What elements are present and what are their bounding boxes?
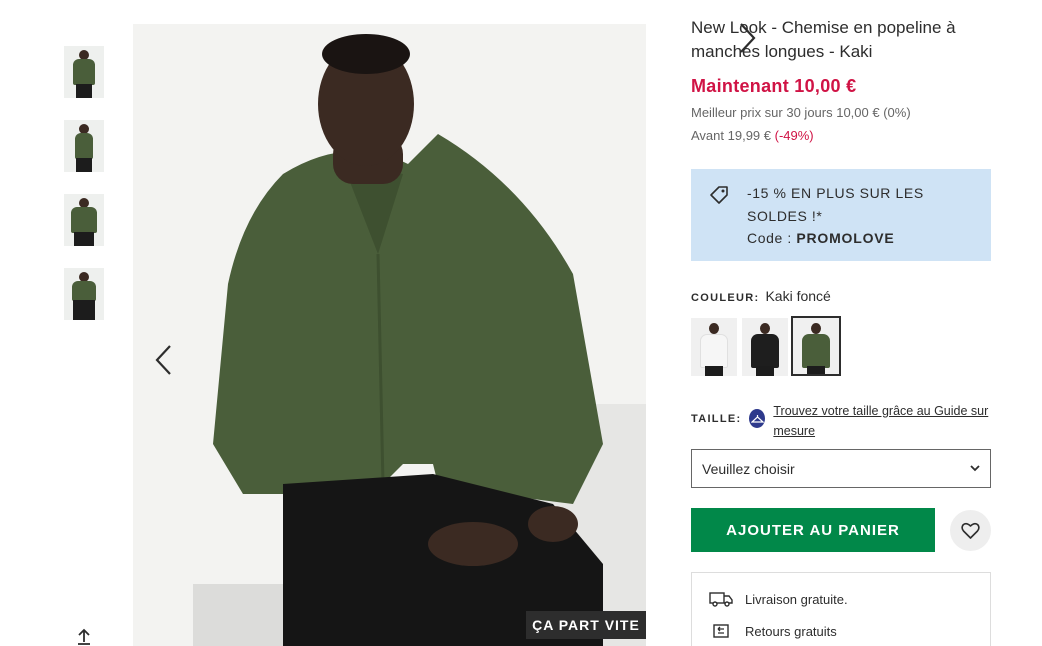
return-icon bbox=[708, 623, 734, 639]
color-swatch-khaki[interactable] bbox=[791, 316, 841, 376]
promo-banner: -15 % EN PLUS SUR LES SOLDES !* Code : P… bbox=[691, 169, 991, 261]
color-label: COULEUR: bbox=[691, 292, 760, 304]
heart-icon bbox=[961, 522, 980, 539]
best-price-30-days: Meilleur prix sur 30 jours 10,00 € (0%) bbox=[691, 105, 911, 120]
previous-image-button[interactable] bbox=[143, 338, 183, 382]
color-swatches bbox=[691, 316, 841, 376]
promo-code-line: Code : PROMOLOVE bbox=[747, 227, 975, 250]
free-returns-text: Retours gratuits bbox=[745, 623, 837, 639]
previous-price-value: Avant 19,99 € bbox=[691, 128, 771, 143]
color-swatch-white[interactable] bbox=[691, 318, 737, 376]
promo-code: PROMOLOVE bbox=[796, 230, 895, 246]
main-product-image bbox=[133, 24, 646, 646]
previous-price: Avant 19,99 € (-49%) bbox=[691, 128, 991, 143]
free-delivery-text: Livraison gratuite. bbox=[745, 591, 848, 607]
chevron-left-icon bbox=[155, 345, 171, 375]
free-returns-row: Retours gratuits bbox=[708, 623, 837, 639]
size-label: TAILLE: bbox=[691, 413, 742, 425]
tag-icon bbox=[708, 184, 730, 213]
promo-code-label: Code : bbox=[747, 230, 797, 246]
thumbnail-1[interactable] bbox=[64, 46, 104, 98]
save-for-later-button[interactable] bbox=[950, 510, 991, 551]
color-swatch-black[interactable] bbox=[742, 318, 788, 376]
thumbnail-list bbox=[64, 46, 104, 342]
size-select[interactable]: Veuillez choisir bbox=[691, 449, 991, 488]
truck-icon bbox=[708, 591, 734, 607]
thumbnail-3[interactable] bbox=[64, 194, 104, 246]
color-value: Kaki foncé bbox=[765, 288, 831, 304]
share-icon[interactable] bbox=[74, 628, 94, 646]
add-to-cart-button[interactable]: AJOUTER AU PANIER bbox=[691, 508, 935, 552]
size-guide-link[interactable]: Trouvez votre taille grâce au Guide sur … bbox=[773, 401, 991, 441]
delivery-info: Livraison gratuite. Retours gratuits bbox=[691, 572, 991, 646]
size-row: TAILLE: Trouvez votre taille grâce au Gu… bbox=[691, 401, 991, 441]
current-price: Maintenant 10,00 € bbox=[691, 76, 857, 96]
promo-text: -15 % EN PLUS SUR LES SOLDES !* bbox=[747, 185, 924, 224]
product-title: New Look - Chemise en popeline à manches… bbox=[691, 18, 956, 61]
free-delivery-row: Livraison gratuite. bbox=[708, 591, 848, 607]
thumbnail-2[interactable] bbox=[64, 120, 104, 172]
thumbnail-4[interactable] bbox=[64, 268, 104, 320]
discount-percent: (-49%) bbox=[774, 128, 814, 143]
product-info: New Look - Chemise en popeline à manches… bbox=[691, 16, 991, 143]
size-select-value: Veuillez choisir bbox=[702, 460, 795, 477]
chevron-down-icon bbox=[970, 465, 980, 472]
color-selector-label: COULEUR: Kaki foncé bbox=[691, 288, 831, 304]
hanger-icon bbox=[749, 409, 766, 428]
selling-fast-badge: ÇA PART VITE bbox=[526, 611, 646, 639]
